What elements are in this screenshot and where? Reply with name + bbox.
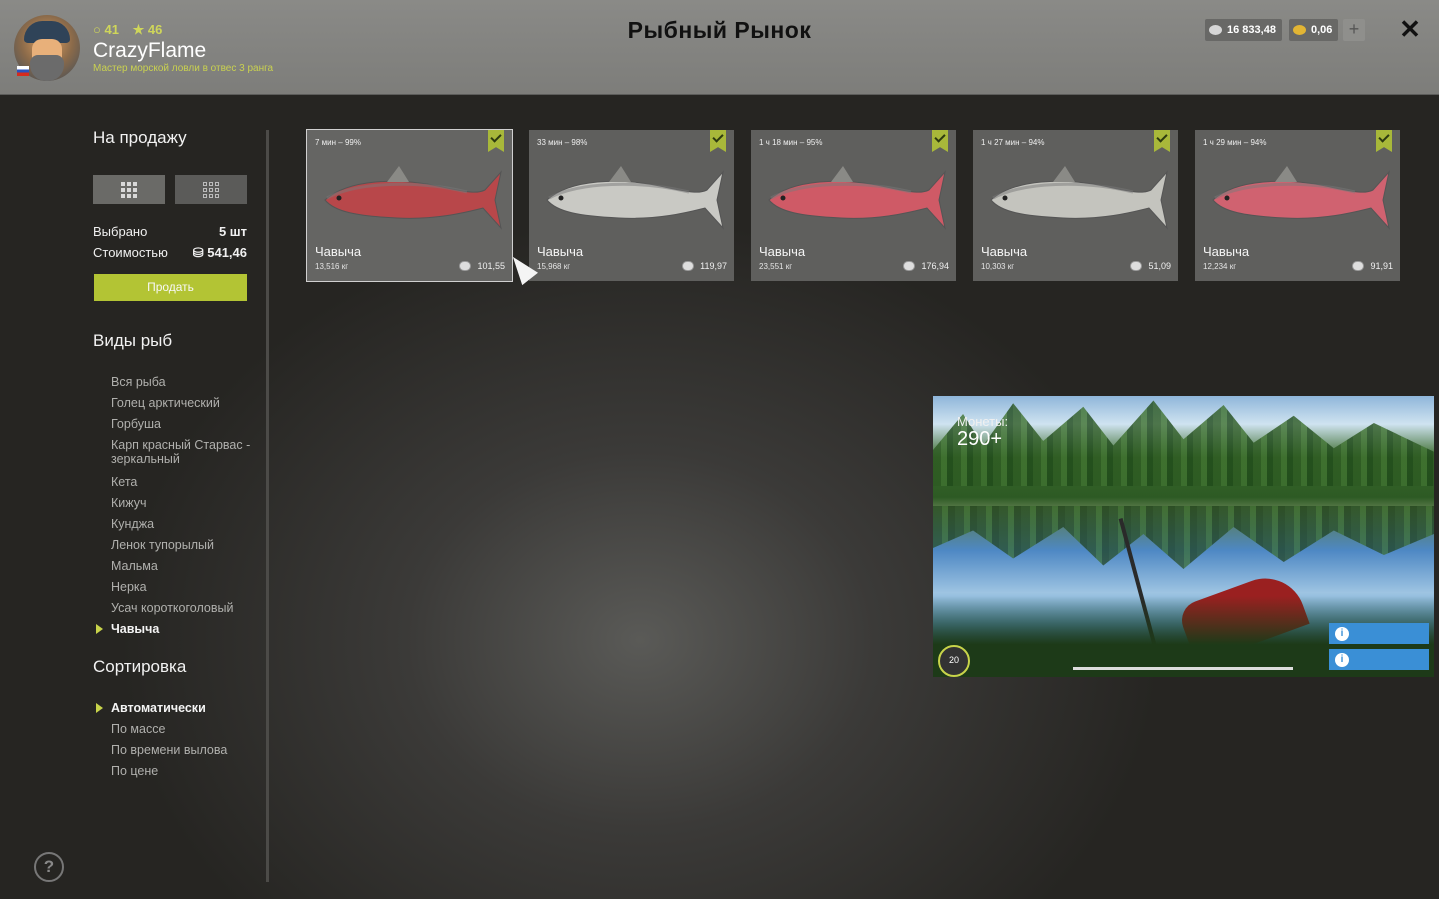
fish-name: Чавыча [1203, 244, 1250, 259]
gameplay-video-preview[interactable]: Монеты: 290+ i i 20 [933, 396, 1434, 677]
salmon-fish-image [1212, 166, 1390, 230]
sort-list: Автоматически По массе По времени вылова… [95, 699, 227, 783]
coins-value: 290+ [957, 428, 1003, 450]
level-indicator: 20 [938, 645, 970, 677]
fish-price: 91,91 [1352, 261, 1393, 271]
species-item[interactable]: Голец арктический [111, 394, 251, 415]
species-item[interactable]: Ленок тупорылый [111, 536, 251, 557]
silver-coin-icon [459, 261, 472, 271]
silver-balance: 16 833,48 [1205, 19, 1282, 41]
fish-card[interactable]: 1 ч 29 мин – 94% Чавыча 12,234 кг 91,91 [1195, 130, 1400, 281]
sort-by-mass[interactable]: По массе [111, 720, 227, 741]
silver-coin-icon [1209, 25, 1222, 35]
fish-name: Чавыча [537, 244, 584, 259]
catch-time: 33 мин – 98% [537, 138, 588, 147]
help-icon[interactable]: ? [34, 852, 64, 882]
species-item-selected[interactable]: Чавыча [96, 620, 251, 641]
fish-name: Чавыча [315, 244, 362, 259]
fish-card[interactable]: 33 мин – 98% Чавыча 15,968 кг 119,97 [529, 130, 734, 281]
salmon-fish-image [990, 166, 1168, 230]
selected-check-icon[interactable] [1154, 130, 1170, 152]
fish-weight: 10,303 кг [981, 262, 1015, 271]
add-gold-button[interactable]: + [1343, 19, 1365, 41]
silver-coin-icon [1352, 261, 1365, 271]
total-cost-value: ⛁ 541,46 [192, 245, 247, 260]
species-title: Виды рыб [93, 331, 173, 350]
sort-auto[interactable]: Автоматически [95, 699, 227, 720]
top-bar: ○ 41 ★ 46 CrazyFlame Мастер морской ловл… [0, 0, 1439, 95]
species-item[interactable]: Мальма [111, 557, 251, 578]
gold-value: 0,06 [1311, 24, 1333, 36]
selected-check-icon[interactable] [932, 130, 948, 152]
water-reflection [933, 506, 1434, 569]
species-list: Вся рыба Голец арктический Горбуша Карп … [96, 373, 251, 641]
silver-value: 16 833,48 [1227, 24, 1276, 36]
progress-bar [1073, 667, 1293, 670]
fish-name: Чавыча [759, 244, 806, 259]
sort-by-price[interactable]: По цене [111, 762, 227, 783]
info-notification: i [1329, 623, 1429, 644]
large-grid-view-button[interactable] [93, 175, 165, 204]
selected-check-icon[interactable] [1376, 130, 1392, 152]
salmon-fish-image [546, 166, 724, 230]
fish-price: 51,09 [1130, 261, 1171, 271]
fish-weight: 13,516 кг [315, 262, 349, 271]
sell-button[interactable]: Продать [94, 274, 247, 301]
gold-balance: 0,06 [1289, 19, 1339, 41]
grid-outline-icon [203, 181, 219, 198]
catch-time: 1 ч 18 мин – 95% [759, 138, 823, 147]
fish-weight: 23,551 кг [759, 262, 793, 271]
species-item[interactable]: Горбуша [111, 415, 251, 436]
silver-coin-icon [682, 261, 695, 271]
forest-treeline [933, 400, 1434, 486]
species-item[interactable]: Усач короткоголовый [111, 599, 251, 620]
catch-time: 1 ч 27 мин – 94% [981, 138, 1045, 147]
selected-count-value: 5 шт [218, 224, 247, 239]
silver-coin-icon [1130, 261, 1143, 271]
small-grid-view-button[interactable] [175, 175, 247, 204]
gold-coin-icon [1293, 25, 1306, 35]
species-item[interactable]: Кижуч [111, 494, 251, 515]
close-icon[interactable]: ✕ [1398, 16, 1422, 42]
catch-time: 1 ч 29 мин – 94% [1203, 138, 1267, 147]
info-notification: i [1329, 649, 1429, 670]
sort-by-time[interactable]: По времени вылова [111, 741, 227, 762]
fish-weight: 12,234 кг [1203, 262, 1237, 271]
sort-title: Сортировка [93, 657, 187, 676]
salmon-fish-image [324, 166, 502, 230]
species-item[interactable]: Нерка [111, 578, 251, 599]
species-item[interactable]: Карп красный Старвас - зеркальный [111, 436, 251, 473]
info-icon: i [1335, 626, 1349, 641]
salmon-fish-image [768, 166, 946, 230]
coins-label: Монеты: [957, 414, 1009, 429]
fish-card[interactable]: 1 ч 27 мин – 94% Чавыча 10,303 кг 51,09 [973, 130, 1178, 281]
selected-check-icon[interactable] [488, 130, 504, 152]
fish-card[interactable]: 1 ч 18 мин – 95% Чавыча 23,551 кг 176,94 [751, 130, 956, 281]
selected-check-icon[interactable] [710, 130, 726, 152]
catch-time: 7 мин – 99% [315, 138, 361, 147]
avatar-beard [30, 55, 64, 81]
player-rank: Мастер морской ловли в отвес 3 ранга [93, 63, 274, 74]
grid-icon [121, 181, 137, 198]
fish-weight: 15,968 кг [537, 262, 571, 271]
russia-flag-icon [17, 66, 29, 76]
fish-price: 101,55 [459, 261, 505, 271]
species-item[interactable]: Кунджа [111, 515, 251, 536]
fish-price: 176,94 [903, 261, 949, 271]
selected-count-label: Выбрано [93, 224, 148, 239]
info-icon: i [1335, 652, 1349, 667]
for-sale-title: На продажу [93, 128, 187, 147]
total-cost-label: Стоимостью [93, 245, 168, 260]
fish-name: Чавыча [981, 244, 1028, 259]
silver-coin-icon [903, 261, 916, 271]
species-item[interactable]: Вся рыба [111, 373, 251, 394]
fish-card[interactable]: 7 мин – 99% Чавыча 13,516 кг 101,55 [306, 129, 513, 282]
fish-price: 119,97 [682, 261, 727, 271]
species-item[interactable]: Кета [111, 473, 251, 494]
panel-divider [266, 130, 269, 882]
